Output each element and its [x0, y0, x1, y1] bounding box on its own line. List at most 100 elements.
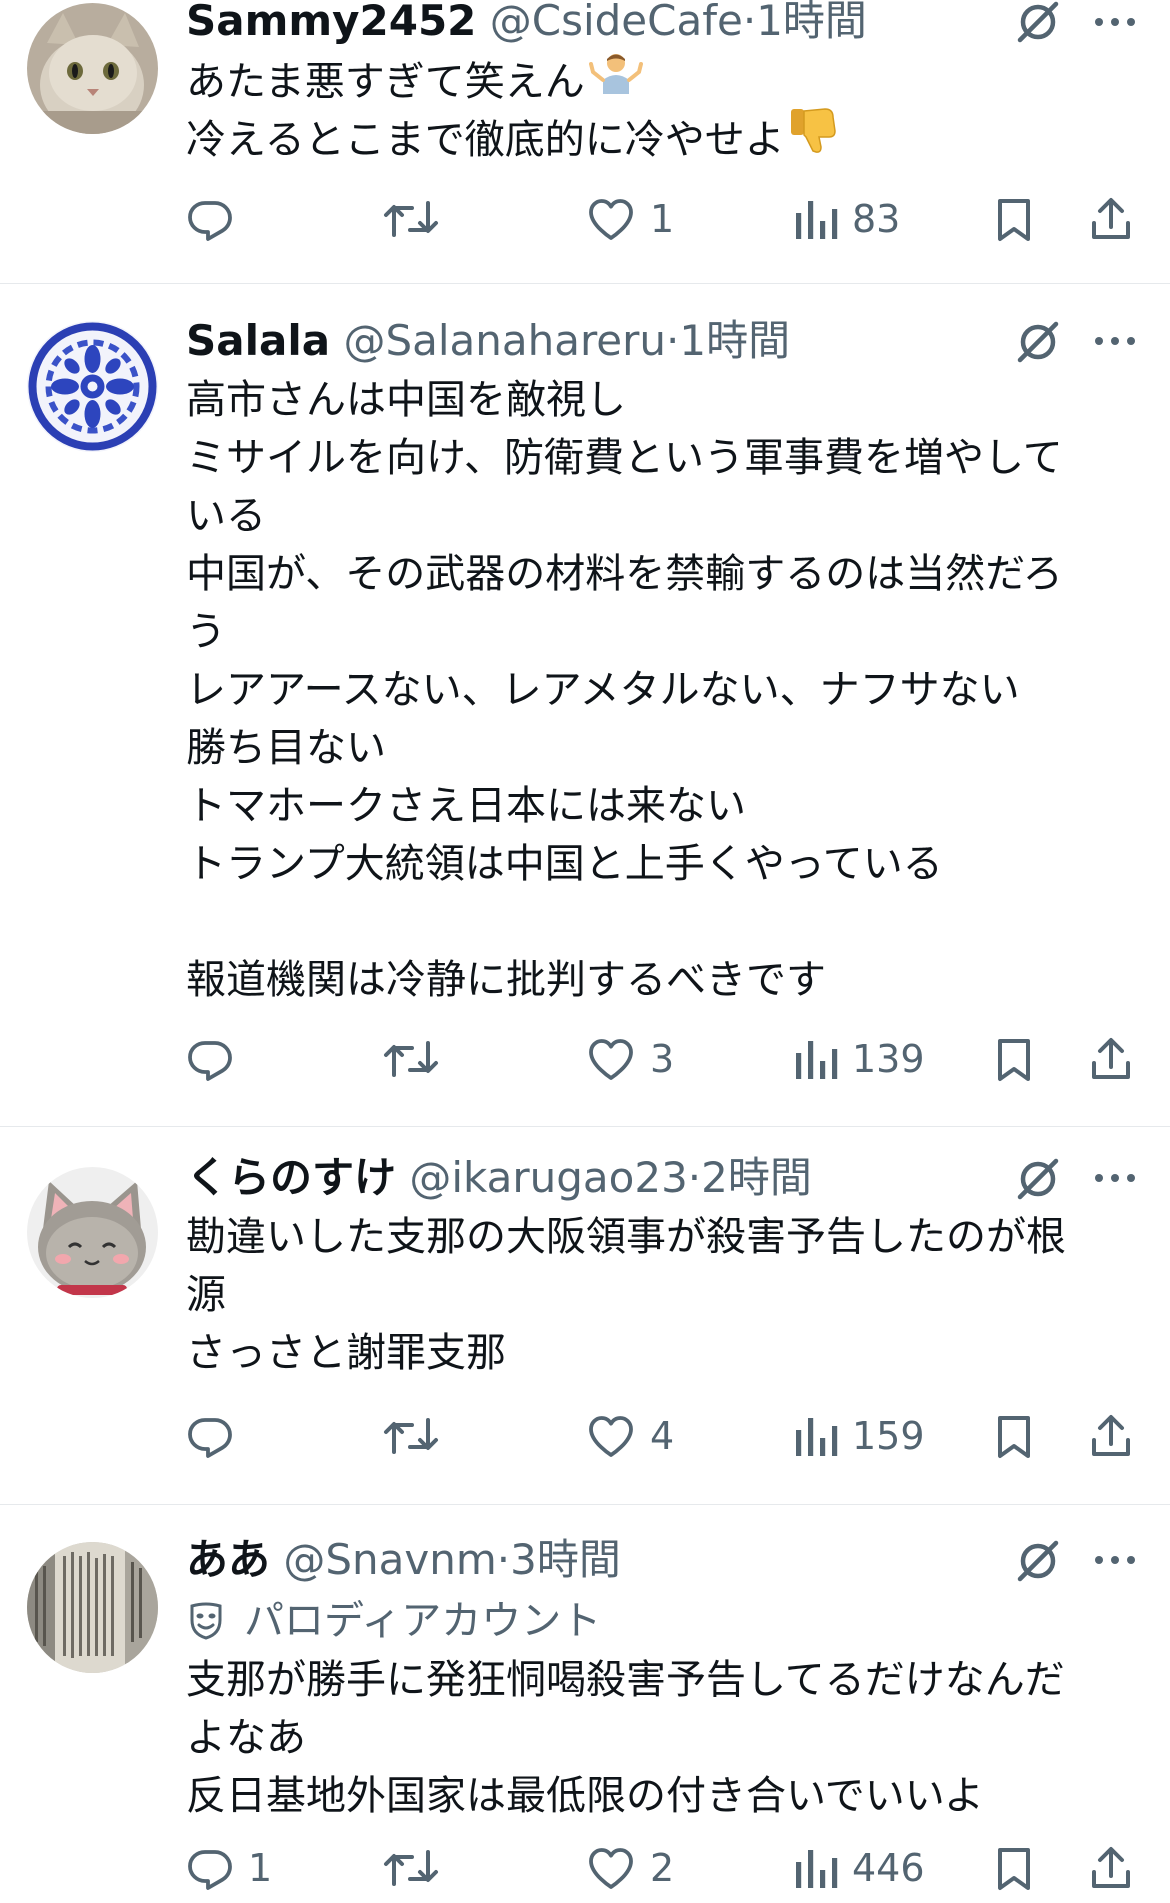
retweet-icon — [384, 1418, 438, 1454]
share-button[interactable] — [1088, 1029, 1134, 1089]
reply-icon — [188, 201, 232, 241]
avatar[interactable] — [27, 1167, 158, 1298]
person-shrugging-emoji — [588, 50, 643, 110]
action-bar: 1 83 — [0, 189, 1170, 249]
tweet[interactable]: Salala @Salanahareru·1時間 高市さんは中国を敵視し ミサイ… — [0, 284, 1170, 1127]
more-icon[interactable] — [1091, 1545, 1139, 1575]
timestamp[interactable]: 1時間 — [756, 0, 867, 45]
text-line: 報道機関は冷静に批判するべきです — [186, 957, 826, 1003]
text-line: あたま悪すぎて笑えん — [186, 59, 585, 105]
bookmark-icon — [998, 1848, 1030, 1890]
heart-icon — [589, 1848, 633, 1889]
reply-button[interactable] — [186, 1029, 248, 1089]
avatar[interactable] — [27, 1542, 158, 1673]
reply-icon — [188, 1041, 232, 1081]
avatar[interactable] — [27, 3, 158, 134]
retweet-icon — [384, 1041, 438, 1077]
text-line: トランプ大統領は中国と上手くやっている — [186, 841, 943, 887]
separator-dot: · — [496, 1535, 511, 1584]
retweet-icon — [384, 201, 438, 237]
text-line: レアアースない、レアメタルない、ナフサない — [186, 667, 1020, 713]
grok-icon[interactable] — [1014, 1155, 1062, 1203]
share-button[interactable] — [1088, 1838, 1134, 1898]
reply-icon — [188, 1418, 232, 1458]
text-line: 支那が勝手に発狂恫喝殺害予告してるだけなんだ — [186, 1657, 1065, 1703]
action-bar: 1 2 446 — [0, 1838, 1170, 1898]
reply-icon — [188, 1850, 232, 1890]
like-count: 1 — [650, 197, 675, 241]
view-count: 139 — [852, 1037, 925, 1081]
views-button[interactable]: 446 — [794, 1838, 925, 1898]
retweet-button[interactable] — [382, 189, 454, 249]
share-icon — [1092, 1847, 1130, 1888]
tweet[interactable]: ああ @Snavnm·3時間 パロディアカウント 支那が勝手に発狂恫喝殺害予告し… — [0, 1505, 1170, 1903]
share-button[interactable] — [1088, 189, 1134, 249]
bookmark-button[interactable] — [994, 1838, 1034, 1898]
action-bar: 4 159 — [0, 1406, 1170, 1466]
views-button[interactable]: 83 — [794, 189, 900, 249]
like-button[interactable]: 4 — [586, 1406, 674, 1466]
separator-dot: · — [742, 0, 757, 45]
bookmark-button[interactable] — [994, 189, 1034, 249]
reply-button[interactable]: 1 — [186, 1838, 272, 1898]
user-handle[interactable]: @Salanahareru — [343, 316, 666, 365]
retweet-button[interactable] — [382, 1406, 454, 1466]
views-button[interactable]: 159 — [794, 1406, 925, 1466]
grok-icon[interactable] — [1014, 318, 1062, 366]
share-icon — [1092, 198, 1130, 239]
like-button[interactable]: 1 — [586, 189, 674, 249]
bookmark-icon — [998, 1416, 1030, 1458]
user-handle[interactable]: @ikarugao23 — [409, 1153, 687, 1202]
bookmark-icon — [998, 199, 1030, 241]
text-line: う — [186, 609, 226, 655]
more-icon[interactable] — [1091, 326, 1139, 356]
retweet-icon — [384, 1850, 438, 1886]
views-button[interactable]: 139 — [794, 1029, 925, 1089]
more-icon[interactable] — [1091, 1163, 1139, 1193]
tweet[interactable]: くらのすけ @ikarugao23·2時間 勘違いした支那の大阪領事が殺害予告し… — [0, 1127, 1170, 1505]
like-button[interactable]: 2 — [586, 1838, 674, 1898]
timestamp[interactable]: 1時間 — [679, 316, 790, 365]
display-name[interactable]: Salala — [186, 316, 330, 365]
heart-icon — [589, 199, 633, 240]
reply-feed: Sammy2452 @CsideCafe·1時間 あたま悪すぎて笑えん 冷えると… — [0, 0, 1170, 1903]
tweet-text: あたま悪すぎて笑えん 冷えるとこまで徹底的に冷やせよ — [186, 53, 1126, 171]
retweet-button[interactable] — [382, 1029, 454, 1089]
timestamp[interactable]: 3時間 — [510, 1535, 621, 1584]
heart-icon — [589, 1416, 633, 1457]
heart-icon — [589, 1039, 633, 1080]
text-line: 勝ち目ない — [186, 725, 386, 771]
text-line: 冷えるとこまで徹底的に冷やせよ — [186, 117, 785, 163]
retweet-button[interactable] — [382, 1838, 454, 1898]
grok-icon[interactable] — [1014, 1537, 1062, 1585]
views-icon — [796, 1418, 838, 1456]
text-line: よなあ — [186, 1715, 306, 1761]
reply-count: 1 — [248, 1846, 273, 1890]
like-button[interactable]: 3 — [586, 1029, 674, 1089]
display-name[interactable]: くらのすけ — [186, 1153, 396, 1202]
views-icon — [796, 1850, 838, 1888]
separator-dot: · — [666, 316, 680, 365]
tweet-text: 勘違いした支那の大阪領事が殺害予告したのが根 源 さっさと謝罪支那 — [186, 1208, 1126, 1382]
timestamp[interactable]: 2時間 — [701, 1153, 812, 1202]
display-name[interactable]: ああ — [186, 1535, 270, 1584]
view-count: 83 — [852, 197, 901, 241]
reply-button[interactable] — [186, 1406, 248, 1466]
thumbs-down-emoji — [789, 105, 839, 171]
avatar[interactable] — [27, 321, 158, 452]
more-icon[interactable] — [1091, 7, 1139, 37]
tweet[interactable]: Sammy2452 @CsideCafe·1時間 あたま悪すぎて笑えん 冷えると… — [0, 0, 1170, 284]
action-bar: 3 139 — [0, 1029, 1170, 1089]
user-handle[interactable]: @CsideCafe — [490, 0, 743, 45]
share-button[interactable] — [1088, 1406, 1134, 1466]
view-count: 446 — [852, 1846, 925, 1890]
parody-label-text: パロディアカウント — [244, 1598, 602, 1644]
grok-icon[interactable] — [1014, 0, 1062, 46]
bookmark-button[interactable] — [994, 1029, 1034, 1089]
display-name[interactable]: Sammy2452 — [186, 0, 476, 45]
reply-button[interactable] — [186, 189, 248, 249]
user-handle[interactable]: @Snavnm — [283, 1535, 496, 1584]
tweet-text: 支那が勝手に発狂恫喝殺害予告してるだけなんだ よなあ 反日基地外国家は最低限の付… — [186, 1651, 1126, 1825]
bookmark-button[interactable] — [994, 1406, 1034, 1466]
view-count: 159 — [852, 1414, 925, 1458]
